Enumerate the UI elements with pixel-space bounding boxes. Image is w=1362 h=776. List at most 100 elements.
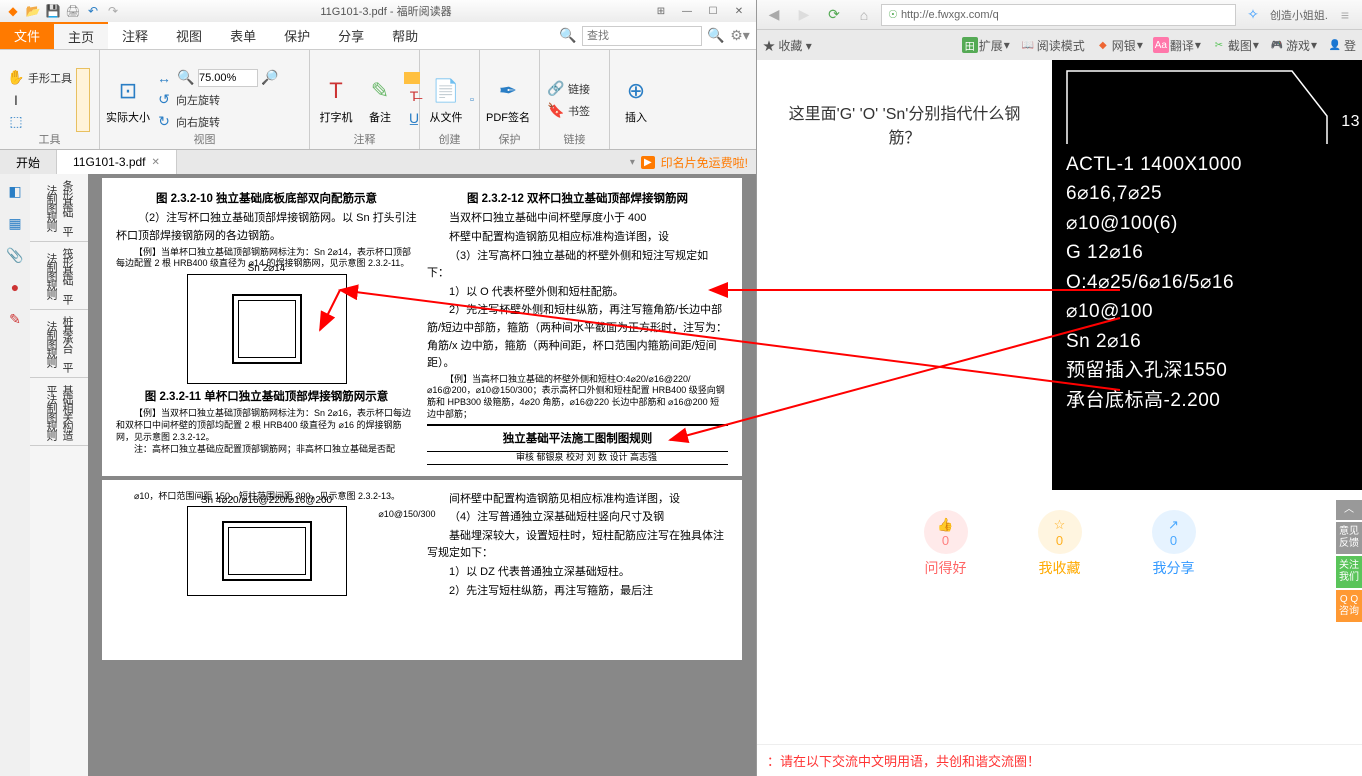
- hand-tool[interactable]: ✋手形工具: [6, 68, 72, 88]
- fig-caption-11: 图 2.3.2-11 单杯口独立基础顶部焊接钢筋网示意: [116, 388, 417, 406]
- back-button[interactable]: ◀: [761, 4, 787, 26]
- tag-follow[interactable]: 关注我们: [1336, 556, 1362, 588]
- rotate-left-button[interactable]: ↺向左旋转: [154, 90, 280, 110]
- actual-size-button[interactable]: ⊡ 实际大小: [106, 75, 150, 125]
- tag-feedback[interactable]: 意见反馈: [1336, 522, 1362, 554]
- pdf-reader: ◆ 📂 💾 🖨 ↶ ↷ 11G101-3.pdf - 福昕阅读器 ⊞ — ☐ ✕…: [0, 0, 757, 776]
- thumbs-icon[interactable]: ▦: [4, 212, 26, 234]
- tab-help[interactable]: 帮助: [378, 22, 432, 49]
- tab-file[interactable]: 文件: [0, 22, 54, 49]
- clip-icon[interactable]: 📎: [4, 244, 26, 266]
- browser-content: 这里面'G' 'O' 'Sn'分别指代什么钢筋？ 13 ACTL-1 1400X…: [757, 60, 1362, 776]
- forward-button[interactable]: ▶: [791, 4, 817, 26]
- fromfile-button[interactable]: 📄从文件: [426, 75, 466, 125]
- tab-form[interactable]: 表单: [216, 22, 270, 49]
- typewriter-icon: T: [320, 75, 352, 107]
- action-share[interactable]: ↗0 我分享: [1152, 510, 1196, 578]
- url-bar[interactable]: ☉ http://e.fwxgx.com/q: [881, 4, 1236, 26]
- share-icon: ↗: [1168, 517, 1179, 533]
- diagram-2: Sn 4⌀20/⌀16@220/⌀16@200 ⌀10@150/300: [187, 506, 347, 596]
- document-tabs: 开始 11G101-3.pdf✕ ▾ ▶ 印名片免运费啦!: [0, 150, 756, 174]
- highlight-icon[interactable]: [404, 72, 420, 84]
- ext-shot[interactable]: ✂截图▾: [1211, 37, 1259, 54]
- tab-view[interactable]: 视图: [162, 22, 216, 49]
- close-icon[interactable]: ✕: [728, 3, 750, 19]
- minimize-icon[interactable]: —: [676, 3, 698, 19]
- scrolltop-button[interactable]: ︿: [1336, 500, 1362, 520]
- thumb-icon: 👍: [937, 517, 953, 533]
- diagram-1: Sn 2⌀14: [187, 274, 347, 384]
- redo-icon[interactable]: ↷: [104, 2, 122, 20]
- reload-button[interactable]: ⟳: [821, 4, 847, 26]
- bookmark-button[interactable]: 🔖书签: [546, 101, 590, 121]
- insert-icon: ⊕: [620, 75, 652, 107]
- ext-trans[interactable]: Aa翻译▾: [1153, 37, 1201, 54]
- tab-share[interactable]: 分享: [324, 22, 378, 49]
- tab-close-icon[interactable]: ✕: [152, 157, 160, 168]
- nav-item-2[interactable]: 筏形基础 平法制图规则: [30, 242, 88, 310]
- zoom-level[interactable]: [198, 69, 258, 87]
- sign-button[interactable]: ✒PDF签名: [486, 75, 530, 125]
- sidebar-tools: ◧ ▦ 📎 ● ✎: [0, 174, 30, 776]
- zoom-out-icon[interactable]: 🔍: [176, 68, 196, 88]
- dropdown-icon[interactable]: ▾: [630, 157, 635, 168]
- rotate-right-button[interactable]: ↻向右旋转: [154, 112, 280, 132]
- doctab-start[interactable]: 开始: [0, 150, 57, 174]
- cad-drawing: 13 ACTL-1 1400X1000 6⌀16,7⌀25 ⌀10@100(6)…: [1052, 60, 1362, 490]
- promo-text[interactable]: 印名片免运费啦!: [661, 154, 748, 171]
- settings-icon[interactable]: ⚙▾: [730, 26, 750, 46]
- ext-game[interactable]: 🎮游戏▾: [1269, 37, 1317, 54]
- grid-icon[interactable]: ⊞: [650, 3, 672, 19]
- titlebar: ◆ 📂 💾 🖨 ↶ ↷ 11G101-3.pdf - 福昕阅读器 ⊞ — ☐ ✕: [0, 0, 756, 22]
- tab-home[interactable]: 主页: [54, 22, 108, 49]
- tab-protect[interactable]: 保护: [270, 22, 324, 49]
- window-title: 11G101-3.pdf - 福昕阅读器: [122, 3, 650, 19]
- open-icon[interactable]: 📂: [24, 2, 42, 20]
- search-go-icon[interactable]: 🔍: [706, 26, 726, 46]
- clipboard-icon[interactable]: [76, 68, 90, 132]
- maximize-icon[interactable]: ☐: [702, 3, 724, 19]
- sign-icon: ✒: [492, 75, 524, 107]
- print-icon[interactable]: 🖨: [64, 2, 82, 20]
- ext-bank[interactable]: ◆网银▾: [1095, 37, 1143, 54]
- ext-expand[interactable]: 田扩展▾: [962, 37, 1010, 54]
- fav-button[interactable]: ★ 收藏 ▾: [763, 37, 812, 54]
- cad-outline: 13: [1062, 66, 1362, 146]
- save-icon[interactable]: 💾: [44, 2, 62, 20]
- browser: ◀ ▶ ⟳ ⌂ ☉ http://e.fwxgx.com/q ✧ 创造小姐姐. …: [757, 0, 1362, 776]
- search-input[interactable]: [582, 26, 702, 46]
- stamp-icon[interactable]: ●: [4, 276, 26, 298]
- pdf-page-2: ⌀10，杯口范围间距 150，短柱范围间距 300，见示意图 2.3.2-13。…: [102, 480, 742, 660]
- nav-item-3[interactable]: 桩基承台 平法制图规则: [30, 310, 88, 378]
- action-row: 👍0 问得好 ☆0 我收藏 ↗0 我分享: [757, 490, 1362, 598]
- bookmark-icon: 🔖: [546, 101, 566, 121]
- zoom-select-tool[interactable]: ⬚: [6, 112, 72, 132]
- link-button[interactable]: 🔗链接: [546, 79, 590, 99]
- marquee-icon: ⬚: [6, 112, 26, 132]
- document-view[interactable]: 图 2.3.2-10 独立基础底板底部双向配筋示意 （2）注写杯口独立基础顶部焊…: [88, 174, 756, 776]
- action-fav[interactable]: ☆0 我收藏: [1038, 510, 1082, 578]
- typewriter-button[interactable]: T打字机: [316, 75, 356, 125]
- action-good[interactable]: 👍0 问得好: [924, 510, 968, 578]
- nav-icon[interactable]: ◧: [4, 180, 26, 202]
- doctab-file[interactable]: 11G101-3.pdf✕: [57, 150, 177, 174]
- fit-width-icon[interactable]: ↔: [154, 68, 174, 88]
- note-button[interactable]: ✎备注: [360, 75, 400, 125]
- tag-qq[interactable]: Q Q咨询: [1336, 590, 1362, 622]
- menu-icon[interactable]: ≡: [1332, 4, 1358, 26]
- insert-button[interactable]: ⊕插入: [616, 75, 656, 125]
- ext-read[interactable]: 📖阅读模式: [1020, 37, 1085, 54]
- search-icon[interactable]: 🔍: [558, 26, 578, 46]
- select-tool[interactable]: I: [6, 90, 72, 110]
- star-icon[interactable]: ✧: [1240, 4, 1266, 26]
- nav-item-1[interactable]: 条形基础 平法制图规则: [30, 174, 88, 242]
- blank-icon[interactable]: ▫: [470, 90, 474, 110]
- home-button[interactable]: ⌂: [851, 4, 877, 26]
- zoom-in-icon[interactable]: 🔎: [260, 68, 280, 88]
- nav-item-4[interactable]: 基础相关构造 平法制图规则: [30, 378, 88, 446]
- ext-login[interactable]: 👤登: [1327, 37, 1356, 54]
- undo-icon[interactable]: ↶: [84, 2, 102, 20]
- outline-nav: 条形基础 平法制图规则 筏形基础 平法制图规则 桩基承台 平法制图规则 基础相关…: [30, 174, 88, 776]
- tab-annot[interactable]: 注释: [108, 22, 162, 49]
- sig-icon[interactable]: ✎: [4, 308, 26, 330]
